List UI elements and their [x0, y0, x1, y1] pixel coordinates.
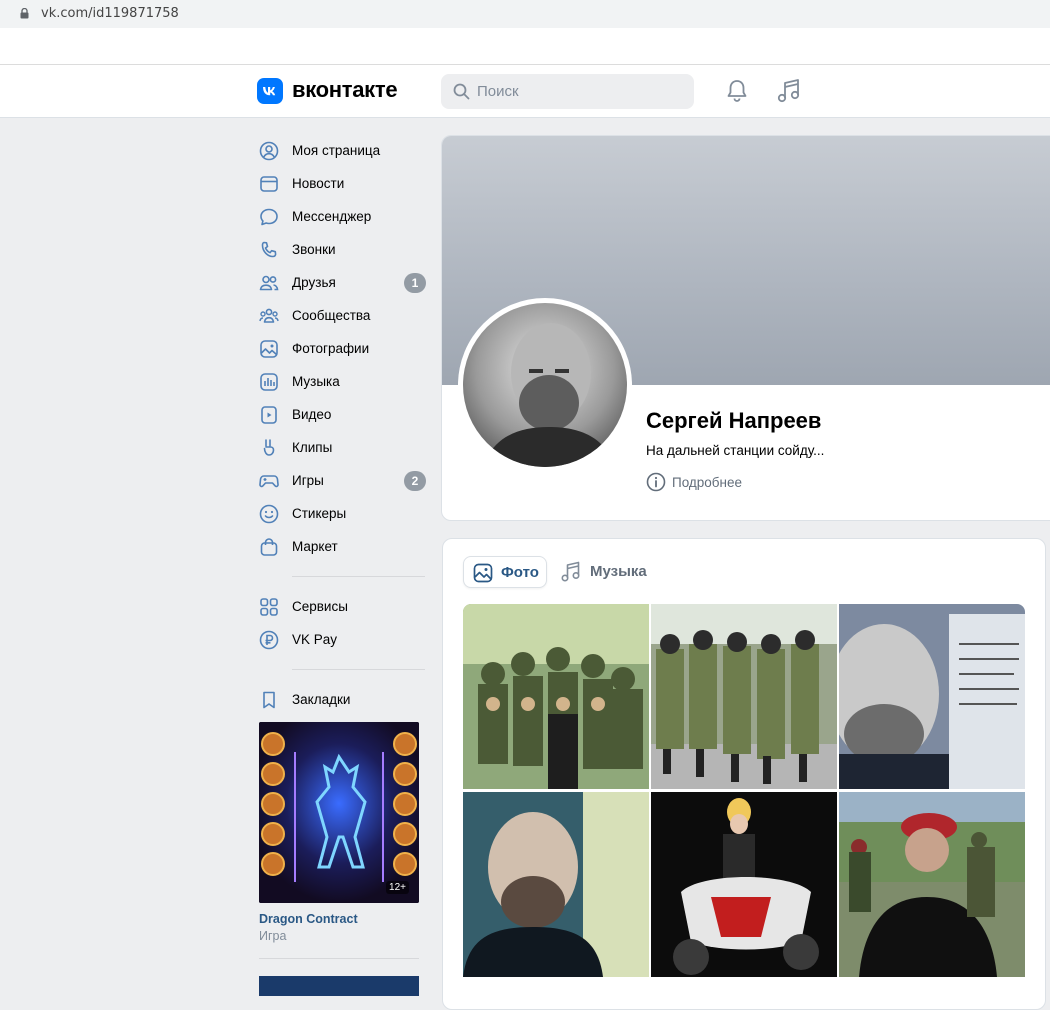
- browser-address-bar: vk.com/id119871758: [0, 0, 1050, 65]
- sidebar-item-label: Фотографии: [292, 341, 370, 356]
- game-subtitle: Игра: [259, 929, 287, 943]
- sidebar-divider: [292, 576, 425, 577]
- sidebar-item-market[interactable]: Маркет: [257, 530, 427, 563]
- music-icon: [260, 373, 278, 391]
- sidebar-item-label: Игры: [292, 473, 324, 488]
- url-text: vk.com/id119871758: [41, 6, 179, 21]
- sidebar-divider: [259, 958, 419, 959]
- site-header: вконтакте: [0, 65, 1050, 118]
- video-icon: [261, 406, 277, 424]
- gamepad-icon: [259, 475, 279, 488]
- sidebar-item-label: Стикеры: [292, 506, 347, 521]
- age-rating-badge: 12+: [386, 881, 409, 894]
- sidebar-item-label: Музыка: [292, 374, 340, 389]
- sidebar-item-video[interactable]: Видео: [257, 398, 427, 431]
- sidebar-item-label: Видео: [292, 407, 332, 422]
- sidebar-item-music[interactable]: Музыка: [257, 365, 427, 398]
- sidebar-item-bookmarks[interactable]: Закладки: [257, 683, 427, 716]
- sidebar-item-label: Мессенджер: [292, 209, 372, 224]
- sidebar-item-label: Друзья: [292, 275, 336, 290]
- profile-name: Сергей Напреев: [646, 408, 822, 433]
- ruble-icon: [259, 630, 279, 650]
- photo-icon: [260, 340, 278, 358]
- profile-card: Сергей Напреев На дальней станции сойду.…: [441, 135, 1050, 521]
- sidebar-item-label: Звонки: [292, 242, 336, 257]
- sidebar-item-calls[interactable]: Звонки: [257, 233, 427, 266]
- photo-thumbnail[interactable]: [463, 792, 649, 977]
- vk-logo-icon[interactable]: [257, 78, 283, 104]
- user-circle-icon: [259, 141, 279, 161]
- sidebar-item-vkpay[interactable]: VK Pay: [257, 623, 427, 656]
- media-card: Фото Музыка: [442, 538, 1046, 1010]
- info-icon: [646, 472, 666, 492]
- tab-label: Фото: [501, 564, 539, 581]
- profile-status: На дальней станции сойду...: [646, 443, 825, 458]
- music-note-icon: [561, 561, 580, 582]
- sidebar-item-games[interactable]: Игры 2: [257, 464, 427, 497]
- bell-icon[interactable]: [724, 78, 750, 104]
- sidebar-item-photos[interactable]: Фотографии: [257, 332, 427, 365]
- message-icon: [260, 208, 278, 226]
- search-icon: [453, 83, 470, 100]
- smile-icon: [259, 504, 279, 524]
- game-ad-card[interactable]: 12+ Dragon Contract Игра: [259, 722, 419, 943]
- photo-thumbnail[interactable]: [463, 604, 649, 789]
- sidebar-item-label: Закладки: [292, 692, 351, 707]
- photo-thumbnail[interactable]: [651, 792, 837, 977]
- news-icon: [260, 176, 278, 192]
- sidebar-item-stickers[interactable]: Стикеры: [257, 497, 427, 530]
- bag-icon: [260, 538, 278, 556]
- sidebar-item-label: Сервисы: [292, 599, 348, 614]
- sidebar-item-label: Новости: [292, 176, 345, 191]
- sidebar-item-label: Сообщества: [292, 308, 371, 323]
- services-icon: [260, 598, 278, 616]
- more-info-label: Подробнее: [672, 475, 743, 490]
- image-icon: [473, 563, 493, 583]
- lock-icon: [20, 8, 29, 19]
- sidebar-item-label: Моя страница: [292, 143, 381, 158]
- bookmark-icon: [263, 691, 275, 709]
- site-logo-text[interactable]: вконтакте: [292, 77, 398, 103]
- avatar-frame: [458, 298, 632, 472]
- friends-count-badge: 1: [404, 273, 426, 293]
- sidebar-item-friends[interactable]: Друзья 1: [257, 266, 427, 299]
- photo-thumbnail[interactable]: [651, 604, 837, 789]
- games-count-badge: 2: [404, 471, 426, 491]
- sidebar-item-label: Клипы: [292, 440, 333, 455]
- game-banner-image[interactable]: 12+: [259, 722, 419, 903]
- search-input[interactable]: [477, 74, 677, 109]
- photo-thumbnail[interactable]: [839, 604, 1025, 789]
- second-ad-banner-image[interactable]: [259, 976, 419, 996]
- tab-photos[interactable]: Фото: [463, 556, 547, 588]
- sidebar-divider: [292, 669, 425, 670]
- search-box[interactable]: [441, 74, 694, 109]
- url-field[interactable]: vk.com/id119871758: [0, 0, 1050, 28]
- sidebar-item-news[interactable]: Новости: [257, 167, 427, 200]
- left-sidebar: Моя страница Новости Мессенджер Звонки Д…: [257, 134, 427, 716]
- avatar[interactable]: [463, 303, 627, 467]
- sidebar-item-services[interactable]: Сервисы: [257, 590, 427, 623]
- clips-icon: [263, 439, 275, 456]
- sidebar-item-label: VK Pay: [292, 632, 338, 647]
- sidebar-item-clips[interactable]: Клипы: [257, 431, 427, 464]
- photo-thumbnail[interactable]: [839, 792, 1025, 977]
- communities-icon: [259, 308, 279, 323]
- sidebar-item-label: Маркет: [292, 539, 338, 554]
- sidebar-item-messenger[interactable]: Мессенджер: [257, 200, 427, 233]
- phone-icon: [261, 241, 277, 258]
- sidebar-item-communities[interactable]: Сообщества: [257, 299, 427, 332]
- friends-icon: [259, 275, 279, 291]
- game-title[interactable]: Dragon Contract: [259, 912, 419, 926]
- sidebar-item-my-page[interactable]: Моя страница: [257, 134, 427, 167]
- tab-music[interactable]: Музыка: [561, 556, 661, 586]
- music-note-icon[interactable]: [776, 77, 802, 105]
- tab-label: Музыка: [590, 563, 647, 580]
